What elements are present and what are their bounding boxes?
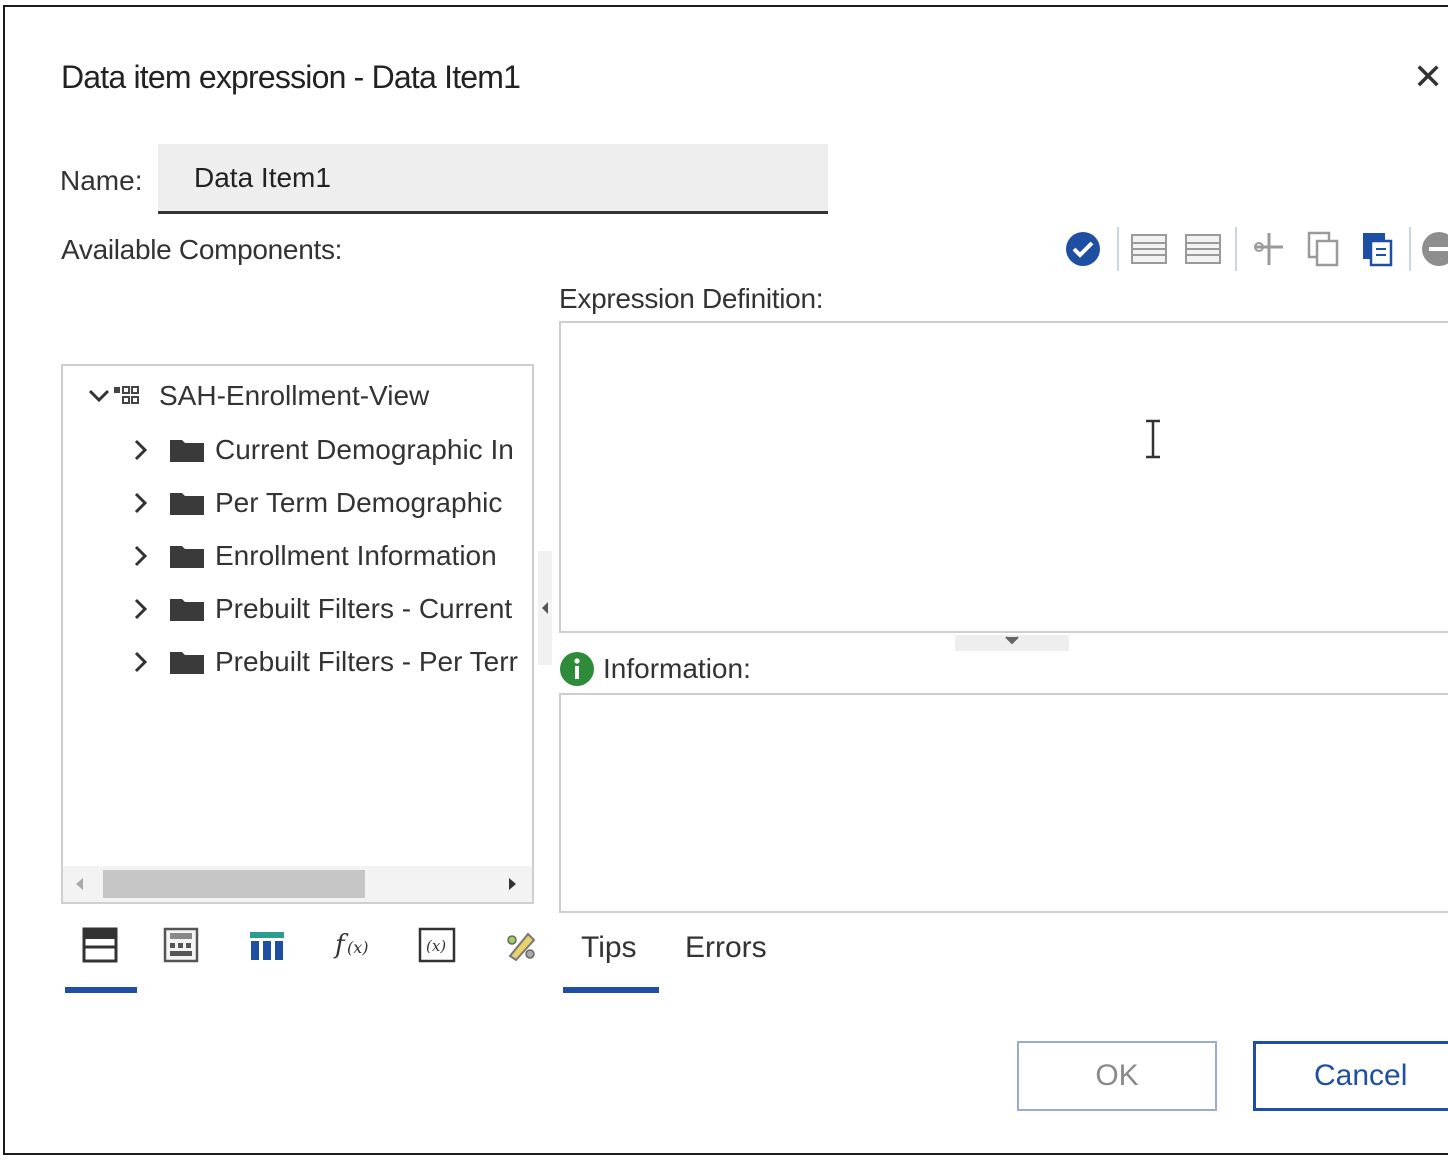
queries-icon[interactable] [159, 923, 203, 967]
tab-tips[interactable]: Tips [581, 931, 637, 965]
expression-definition-input[interactable] [559, 321, 1448, 633]
chevron-right-icon[interactable] [127, 595, 155, 623]
chevron-right-icon[interactable] [127, 489, 155, 517]
tree-item-label: Prebuilt Filters - Per Terr [215, 646, 518, 677]
tab-errors[interactable]: Errors [685, 931, 767, 965]
toolbar-separator [1117, 227, 1119, 271]
information-panel [559, 693, 1448, 913]
macros-icon[interactable] [499, 923, 543, 967]
chevron-right-icon[interactable] [127, 436, 155, 464]
copy-icon[interactable] [1303, 229, 1343, 269]
tree-item-label: SAH-Enrollment-View [159, 380, 430, 411]
tree-item-label: Current Demographic In [215, 434, 514, 465]
tree-item-label: Enrollment Information [215, 540, 497, 571]
columns-icon[interactable] [245, 923, 289, 967]
resize-handle[interactable] [955, 635, 1069, 651]
package-icon [113, 384, 149, 408]
tree-item-label: Per Term Demographic [215, 487, 503, 518]
chevron-right-icon[interactable] [127, 648, 155, 676]
comment-icon[interactable] [1129, 229, 1169, 269]
active-tab-indicator [563, 987, 659, 993]
svg-text:(x): (x) [426, 937, 446, 955]
name-input[interactable] [158, 144, 828, 214]
expression-toolbar [1063, 225, 1448, 273]
chevron-down-icon [1005, 636, 1019, 645]
tree-root-item[interactable]: SAH-Enrollment-View [85, 374, 429, 418]
toolbar-separator [1409, 227, 1411, 271]
name-label: Name: [60, 165, 143, 196]
collapse-left-icon[interactable] [541, 601, 549, 615]
folder-icon [169, 649, 205, 675]
cancel-button[interactable]: Cancel [1253, 1041, 1448, 1111]
components-tree[interactable]: SAH-Enrollment-View Current Demographic … [61, 364, 534, 904]
information-header: Information: [559, 651, 751, 687]
data-items-icon[interactable] [78, 923, 122, 967]
tree-folder-item[interactable]: Prebuilt Filters - Per Terr [127, 640, 518, 684]
close-icon[interactable]: ✕ [1413, 59, 1443, 95]
info-icon [560, 652, 594, 686]
chevron-down-icon[interactable] [85, 382, 113, 410]
scroll-right-icon[interactable] [507, 876, 519, 892]
dialog-title: Data item expression - Data Item1 [61, 59, 521, 95]
ok-button[interactable]: OK [1017, 1041, 1217, 1111]
toolbar-separator [1235, 227, 1237, 271]
uncomment-icon[interactable] [1183, 229, 1223, 269]
tree-folder-item[interactable]: Per Term Demographic [127, 481, 502, 525]
tree-folder-item[interactable]: Enrollment Information [127, 534, 497, 578]
more-icon[interactable] [1419, 229, 1448, 269]
text-cursor-icon [1146, 419, 1160, 459]
tree-folder-item[interactable]: Current Demographic In [127, 428, 514, 472]
svg-text:(x): (x) [347, 938, 369, 957]
tree-item-label: Prebuilt Filters - Current [215, 593, 513, 624]
folder-icon [169, 490, 205, 516]
validate-icon[interactable] [1063, 229, 1103, 269]
paste-icon[interactable] [1357, 229, 1397, 269]
horizontal-scrollbar[interactable] [63, 866, 532, 902]
functions-icon[interactable]: f (x) [333, 923, 377, 967]
cut-icon[interactable] [1249, 229, 1289, 269]
folder-icon [169, 543, 205, 569]
information-label: Information: [603, 653, 751, 684]
tree-folder-item[interactable]: Prebuilt Filters - Current [127, 587, 512, 631]
parameters-icon[interactable]: (x) [415, 923, 459, 967]
folder-icon [169, 437, 205, 463]
chevron-right-icon[interactable] [127, 542, 155, 570]
available-components-label: Available Components: [61, 234, 343, 265]
active-tab-indicator [65, 987, 137, 993]
expression-definition-label: Expression Definition: [559, 283, 824, 314]
scroll-left-icon[interactable] [73, 876, 85, 892]
data-item-expression-dialog: Data item expression - Data Item1 ✕ Name… [3, 5, 1448, 1155]
panel-splitter[interactable] [538, 551, 552, 665]
scrollbar-thumb[interactable] [103, 870, 365, 898]
folder-icon [169, 596, 205, 622]
